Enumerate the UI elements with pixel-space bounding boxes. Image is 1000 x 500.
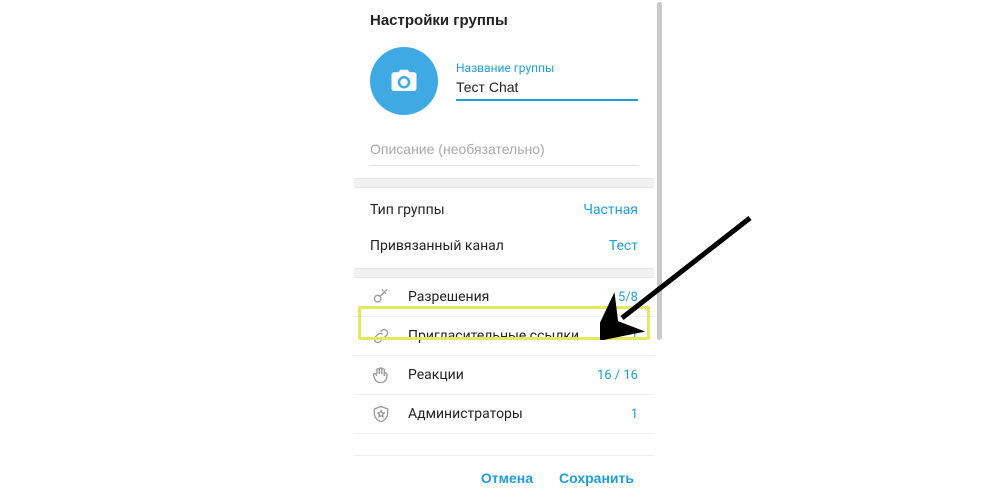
administrators-count: 1 [631, 407, 638, 422]
group-settings-panel: Настройки группы Название группы Тип гру… [354, 0, 654, 500]
group-type-value: Частная [583, 202, 638, 218]
administrators-label: Администраторы [408, 406, 615, 422]
group-name-field: Название группы [456, 61, 638, 101]
group-type-row[interactable]: Тип группы Частная [354, 188, 654, 228]
wave-icon [370, 364, 392, 386]
cancel-button[interactable]: Отмена [479, 466, 535, 490]
group-name-label: Название группы [456, 61, 638, 75]
panel-header: Настройки группы [354, 0, 654, 39]
section-divider [354, 268, 654, 278]
panel-title: Настройки группы [370, 12, 638, 29]
camera-icon [389, 66, 419, 96]
linked-channel-value: Тест [609, 238, 638, 254]
linked-channel-row[interactable]: Привязанный канал Тест [354, 228, 654, 268]
reactions-row[interactable]: Реакции 16 / 16 [354, 356, 654, 395]
group-description-input[interactable] [370, 139, 638, 166]
save-button[interactable]: Сохранить [557, 466, 636, 490]
permissions-row[interactable]: Разрешения 5/8 [354, 278, 654, 317]
invite-links-row[interactable]: Пригласительные ссылки 1 [354, 317, 654, 356]
invite-links-count: 1 [631, 329, 638, 344]
group-description-row [354, 125, 654, 178]
reactions-count: 16 / 16 [597, 368, 638, 383]
administrators-row[interactable]: Администраторы 1 [354, 395, 654, 434]
permissions-count: 5/8 [618, 290, 638, 305]
dialog-buttons: Отмена Сохранить [354, 455, 654, 500]
permissions-label: Разрешения [408, 289, 602, 305]
shield-icon [370, 403, 392, 425]
key-icon [370, 286, 392, 308]
group-name-input[interactable] [456, 77, 638, 101]
group-photo-button[interactable] [370, 47, 438, 115]
scrollbar[interactable] [657, 2, 662, 340]
link-icon [370, 325, 392, 347]
reactions-label: Реакции [408, 367, 581, 383]
group-identity-row: Название группы [354, 39, 654, 125]
section-divider [354, 178, 654, 188]
group-type-label: Тип группы [370, 202, 445, 218]
linked-channel-label: Привязанный канал [370, 238, 504, 254]
invite-links-label: Пригласительные ссылки [408, 328, 615, 344]
